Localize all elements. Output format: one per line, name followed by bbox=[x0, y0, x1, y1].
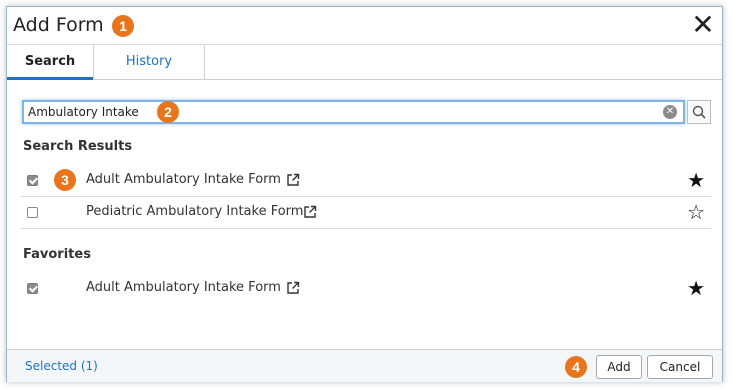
tab-history[interactable]: History bbox=[93, 45, 205, 80]
result-label[interactable]: Adult Ambulatory Intake Form bbox=[86, 172, 281, 187]
dialog-title: Add Form bbox=[13, 14, 104, 36]
favorites-heading: Favorites bbox=[23, 247, 91, 262]
result-checkbox[interactable] bbox=[27, 207, 38, 218]
result-label[interactable]: Pediatric Ambulatory Intake Form bbox=[86, 204, 303, 219]
star-filled-icon[interactable]: ★ bbox=[687, 277, 705, 299]
magnifier-icon bbox=[692, 105, 706, 119]
external-link-icon[interactable] bbox=[286, 173, 300, 187]
favorite-label[interactable]: Adult Ambulatory Intake Form bbox=[86, 280, 281, 295]
callout-badge-1: 1 bbox=[112, 15, 134, 37]
callout-badge-4: 4 bbox=[565, 356, 587, 378]
star-outline-icon[interactable]: ☆ bbox=[687, 201, 705, 223]
result-checkbox[interactable] bbox=[27, 175, 38, 186]
search-results-heading: Search Results bbox=[23, 139, 133, 154]
result-row[interactable]: 3 Adult Ambulatory Intake Form ★ bbox=[21, 165, 711, 197]
favorite-checkbox[interactable] bbox=[27, 283, 38, 294]
tab-bar: Search History bbox=[7, 45, 722, 80]
star-filled-icon[interactable]: ★ bbox=[687, 169, 705, 191]
add-button[interactable]: Add bbox=[596, 355, 642, 379]
selected-count-link[interactable]: Selected (1) bbox=[25, 359, 98, 373]
tab-search[interactable]: Search bbox=[7, 45, 93, 80]
close-icon[interactable]: ✕ bbox=[690, 11, 716, 39]
external-link-icon[interactable] bbox=[286, 281, 300, 295]
external-link-icon[interactable] bbox=[303, 205, 317, 219]
search-button[interactable] bbox=[687, 100, 711, 124]
search-input[interactable] bbox=[28, 103, 638, 121]
clear-icon[interactable]: ✕ bbox=[663, 105, 677, 119]
cancel-button[interactable]: Cancel bbox=[647, 355, 713, 379]
result-row[interactable]: Pediatric Ambulatory Intake Form ☆ bbox=[21, 197, 711, 229]
add-form-dialog: Add Form 1 ✕ Search History 2 ✕ Search R… bbox=[6, 6, 723, 382]
callout-badge-2: 2 bbox=[157, 101, 179, 123]
search-field[interactable]: 2 ✕ bbox=[22, 100, 685, 124]
favorite-row[interactable]: Adult Ambulatory Intake Form ★ bbox=[21, 273, 711, 305]
dialog-titlebar: Add Form 1 ✕ bbox=[7, 7, 722, 45]
dialog-footer: Selected (1) 4 Add Cancel bbox=[7, 349, 722, 382]
callout-badge-3: 3 bbox=[54, 169, 76, 191]
